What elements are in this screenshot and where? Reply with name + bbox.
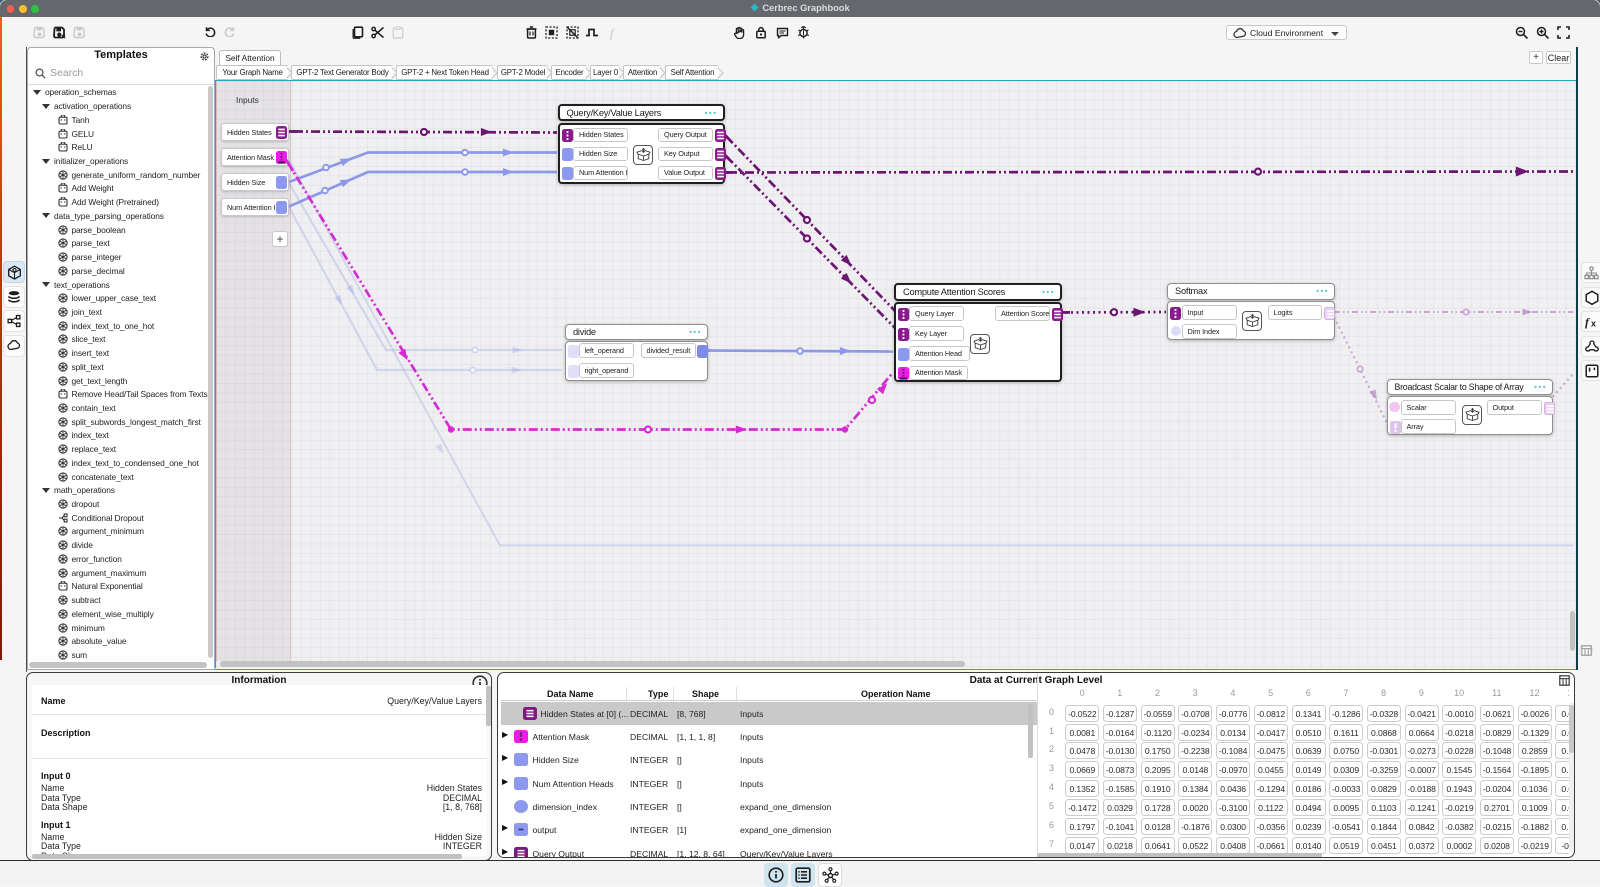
svg-text:f: f — [610, 26, 616, 40]
svg-text:f: f — [1585, 315, 1590, 329]
svg-text:x: x — [1591, 318, 1596, 328]
